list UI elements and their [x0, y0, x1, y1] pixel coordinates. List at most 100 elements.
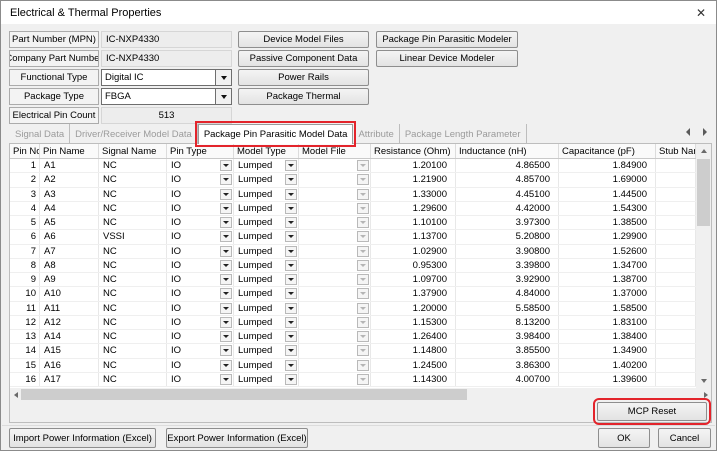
close-icon[interactable]: ✕	[686, 1, 716, 24]
cell-pin-type-select[interactable]: IO	[167, 188, 234, 201]
chevron-down-icon[interactable]	[285, 345, 297, 356]
part-number-field[interactable]: IC-NXP4330	[101, 31, 232, 48]
cell-pin-type-select[interactable]: IO	[167, 216, 234, 229]
package-type-select[interactable]: FBGA	[101, 88, 232, 105]
tab-scroll-right-icon[interactable]	[700, 127, 710, 137]
chevron-down-icon[interactable]	[220, 231, 232, 242]
chevron-down-icon[interactable]	[220, 189, 232, 200]
tab-package-pin-parasitic-model-data[interactable]: Package Pin Parasitic Model Data	[198, 124, 354, 144]
chevron-down-icon[interactable]	[220, 203, 232, 214]
chevron-down-icon[interactable]	[220, 160, 232, 171]
chevron-down-icon[interactable]	[220, 317, 232, 328]
linear-device-modeler-button[interactable]: Linear Device Modeler	[376, 50, 518, 67]
tab-scroll-left-icon[interactable]	[683, 127, 693, 137]
cell-model-type-select[interactable]: Lumped	[234, 316, 299, 329]
horizontal-scrollbar-thumb[interactable]	[21, 389, 467, 400]
export-power-information-button[interactable]: Export Power Information (Excel)	[166, 428, 308, 448]
cell-model-type-select[interactable]: Lumped	[234, 159, 299, 172]
tab-package-length-parameter[interactable]: Package Length Parameter	[400, 124, 527, 144]
scroll-down-icon[interactable]	[696, 374, 711, 388]
tab-attribute[interactable]: Attribute	[353, 124, 399, 144]
chevron-down-icon[interactable]	[220, 274, 232, 285]
scroll-up-icon[interactable]	[696, 144, 711, 158]
chevron-down-icon[interactable]	[220, 331, 232, 342]
chevron-down-icon[interactable]	[285, 203, 297, 214]
cell-model-type-select[interactable]: Lumped	[234, 202, 299, 215]
chevron-down-icon[interactable]	[220, 174, 232, 185]
ok-button[interactable]: OK	[598, 428, 650, 448]
cell-model-type-select[interactable]: Lumped	[234, 287, 299, 300]
cell-model-type-select[interactable]: Lumped	[234, 245, 299, 258]
cell-model-type-select[interactable]: Lumped	[234, 173, 299, 186]
chevron-down-icon[interactable]	[285, 331, 297, 342]
package-pin-parasitic-modeler-button[interactable]: Package Pin Parasitic Modeler	[376, 31, 518, 48]
cancel-button[interactable]: Cancel	[658, 428, 711, 448]
cell-model-type-select[interactable]: Lumped	[234, 188, 299, 201]
chevron-down-icon[interactable]	[220, 303, 232, 314]
cell-model-type-select[interactable]: Lumped	[234, 373, 299, 386]
chevron-down-icon[interactable]	[215, 70, 231, 85]
cell-pin-type-select[interactable]: IO	[167, 373, 234, 386]
cell-model-type-select[interactable]: Lumped	[234, 259, 299, 272]
passive-component-data-button[interactable]: Passive Component Data	[238, 50, 369, 67]
scroll-left-icon[interactable]	[10, 388, 21, 401]
chevron-down-icon[interactable]	[215, 89, 231, 104]
chevron-down-icon[interactable]	[285, 317, 297, 328]
mcp-reset-button[interactable]: MCP Reset	[597, 402, 707, 421]
cell-pin-type-select[interactable]: IO	[167, 287, 234, 300]
tab-signal-data[interactable]: Signal Data	[10, 124, 70, 144]
chevron-down-icon[interactable]	[220, 360, 232, 371]
cell-pin-type-select[interactable]: IO	[167, 245, 234, 258]
footer-divider	[2, 425, 715, 426]
horizontal-scrollbar[interactable]	[10, 388, 711, 401]
chevron-down-icon[interactable]	[285, 274, 297, 285]
cell-model-type-select[interactable]: Lumped	[234, 302, 299, 315]
cell-pin-type-select[interactable]: IO	[167, 173, 234, 186]
cell-model-type-select[interactable]: Lumped	[234, 330, 299, 343]
cell-model-type-select[interactable]: Lumped	[234, 359, 299, 372]
vertical-scrollbar[interactable]	[696, 144, 711, 388]
chevron-down-icon[interactable]	[285, 260, 297, 271]
chevron-down-icon[interactable]	[220, 288, 232, 299]
cell-pin-type-select[interactable]: IO	[167, 344, 234, 357]
chevron-down-icon[interactable]	[285, 246, 297, 257]
cell-model-type-select[interactable]: Lumped	[234, 344, 299, 357]
package-thermal-button[interactable]: Package Thermal	[238, 88, 369, 105]
scroll-right-icon[interactable]	[700, 388, 711, 401]
tab-driver-receiver-model-data[interactable]: Driver/Receiver Model Data	[70, 124, 198, 144]
chevron-down-icon[interactable]	[220, 260, 232, 271]
chevron-down-icon[interactable]	[285, 160, 297, 171]
cell-pin-type-select[interactable]: IO	[167, 159, 234, 172]
company-part-number-field[interactable]: IC-NXP4330	[101, 50, 232, 67]
cell-pin-type-select[interactable]: IO	[167, 202, 234, 215]
chevron-down-icon[interactable]	[285, 303, 297, 314]
cell-resistance: 0.95300	[371, 259, 456, 272]
cell-pin-type-select[interactable]: IO	[167, 316, 234, 329]
chevron-down-icon[interactable]	[285, 374, 297, 385]
chevron-down-icon[interactable]	[220, 345, 232, 356]
chevron-down-icon[interactable]	[220, 246, 232, 257]
cell-pin-type-select[interactable]: IO	[167, 259, 234, 272]
cell-pin-type-select[interactable]: IO	[167, 230, 234, 243]
chevron-down-icon[interactable]	[285, 231, 297, 242]
device-model-files-button[interactable]: Device Model Files	[238, 31, 369, 48]
cell-pin-type-select[interactable]: IO	[167, 330, 234, 343]
power-rails-button[interactable]: Power Rails	[238, 69, 369, 86]
cell-model-type-select[interactable]: Lumped	[234, 230, 299, 243]
cell-pin-type-select[interactable]: IO	[167, 273, 234, 286]
cell-model-type-select[interactable]: Lumped	[234, 216, 299, 229]
chevron-down-icon[interactable]	[220, 374, 232, 385]
functional-type-select[interactable]: Digital IC	[101, 69, 232, 86]
cell-pin-type-select[interactable]: IO	[167, 359, 234, 372]
chevron-down-icon[interactable]	[220, 217, 232, 228]
import-power-information-button[interactable]: Import Power Information (Excel)	[9, 428, 156, 448]
chevron-down-icon[interactable]	[285, 288, 297, 299]
chevron-down-icon[interactable]	[285, 189, 297, 200]
cell-model-type-select[interactable]: Lumped	[234, 273, 299, 286]
table-row: 11 A11 NC IO Lumped	[10, 302, 696, 316]
chevron-down-icon[interactable]	[285, 174, 297, 185]
chevron-down-icon[interactable]	[285, 360, 297, 371]
vertical-scrollbar-thumb[interactable]	[697, 159, 710, 226]
chevron-down-icon[interactable]	[285, 217, 297, 228]
cell-pin-type-select[interactable]: IO	[167, 302, 234, 315]
